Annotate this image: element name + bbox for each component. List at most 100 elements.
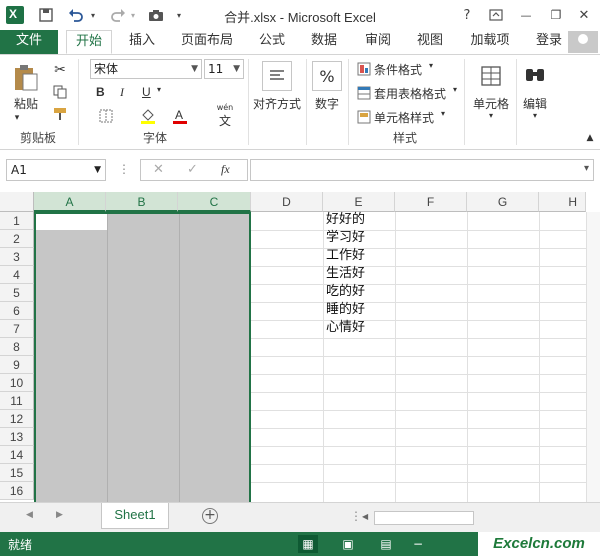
- conditional-format-icon[interactable]: [356, 61, 372, 77]
- alignment-label[interactable]: 对齐方式: [250, 95, 304, 112]
- column-header[interactable]: F: [395, 192, 467, 212]
- row-header[interactable]: 2: [0, 230, 34, 248]
- tab-insert[interactable]: 插入: [120, 30, 164, 54]
- tab-formulas[interactable]: 公式: [252, 30, 292, 54]
- percent-icon[interactable]: %: [312, 61, 342, 91]
- row-header[interactable]: 3: [0, 248, 34, 266]
- column-header[interactable]: C: [178, 192, 251, 212]
- help-button[interactable]: ?: [458, 4, 476, 26]
- underline-dropdown-icon[interactable]: ▾: [154, 85, 164, 94]
- chevron-down-icon[interactable]: ▾: [426, 61, 436, 70]
- column-header[interactable]: D: [251, 192, 323, 212]
- row-header[interactable]: 4: [0, 266, 34, 284]
- fill-color-icon[interactable]: [136, 107, 160, 125]
- row-header[interactable]: 15: [0, 464, 34, 482]
- horizontal-scrollbar[interactable]: [374, 511, 474, 525]
- cell-e3[interactable]: 工作好: [326, 247, 365, 265]
- chevron-down-icon[interactable]: ▾: [438, 109, 448, 118]
- tab-data[interactable]: 数据: [304, 30, 344, 54]
- login-link[interactable]: 登录: [536, 30, 562, 54]
- row-header[interactable]: 5: [0, 284, 34, 302]
- paste-dropdown-icon[interactable]: ▾: [12, 113, 22, 123]
- column-header[interactable]: B: [106, 192, 178, 212]
- tab-page-layout[interactable]: 页面布局: [174, 30, 240, 54]
- chevron-down-icon[interactable]: ▾: [486, 111, 496, 120]
- cell-e4[interactable]: 生活好: [326, 265, 365, 283]
- cell-styles-icon[interactable]: [356, 109, 372, 125]
- format-painter-icon[interactable]: [50, 105, 70, 123]
- cell-styles-button[interactable]: 单元格样式: [374, 109, 434, 126]
- formula-input[interactable]: ▾: [250, 159, 594, 181]
- worksheet-grid[interactable]: A B C D E F G H 1 2 3 4 5 6 7 8 9 10 11 …: [0, 192, 600, 502]
- zoom-out-icon[interactable]: −: [408, 535, 428, 553]
- alignment-icon[interactable]: [262, 61, 292, 91]
- restore-button[interactable]: ❐: [546, 4, 566, 26]
- confirm-icon[interactable]: ✓: [187, 162, 198, 177]
- cell-e7[interactable]: 心情好: [326, 319, 365, 337]
- row-header[interactable]: 1: [0, 212, 34, 230]
- cell-e5[interactable]: 吃的好: [326, 283, 365, 301]
- collapse-ribbon-icon[interactable]: ▲: [584, 133, 596, 143]
- sheet-tab-sheet1[interactable]: Sheet1: [101, 503, 169, 529]
- bold-button[interactable]: B: [96, 85, 105, 99]
- page-layout-view-icon[interactable]: ▣: [338, 535, 358, 553]
- tab-addins[interactable]: 加载项: [464, 30, 516, 54]
- prev-sheet-icon[interactable]: ◀: [26, 510, 33, 520]
- next-sheet-icon[interactable]: ▶: [56, 510, 63, 520]
- column-header[interactable]: H: [539, 192, 586, 212]
- row-header[interactable]: 11: [0, 392, 34, 410]
- name-box[interactable]: A1 ▼: [6, 159, 106, 181]
- close-button[interactable]: ✕: [574, 4, 594, 26]
- cell-e6[interactable]: 睡的好: [326, 301, 365, 319]
- cells-icon[interactable]: [476, 61, 506, 91]
- row-header[interactable]: 9: [0, 356, 34, 374]
- scroll-left-icon[interactable]: ◀: [362, 512, 368, 521]
- selected-range[interactable]: [34, 212, 251, 502]
- conditional-format-button[interactable]: 条件格式: [374, 61, 422, 78]
- chevron-down-icon[interactable]: ▾: [530, 111, 540, 120]
- copy-icon[interactable]: [50, 83, 70, 101]
- column-header[interactable]: G: [467, 192, 539, 212]
- borders-icon[interactable]: [94, 107, 118, 125]
- cell-e1[interactable]: 好好的: [326, 211, 365, 229]
- cut-icon[interactable]: ✂: [50, 61, 70, 79]
- find-icon[interactable]: [520, 61, 550, 91]
- row-header[interactable]: 7: [0, 320, 34, 338]
- underline-button[interactable]: U: [142, 85, 151, 99]
- insert-function-icon[interactable]: fx: [221, 162, 230, 177]
- row-header[interactable]: 6: [0, 302, 34, 320]
- font-name-combo[interactable]: 宋体 ▼: [90, 59, 202, 79]
- editing-label[interactable]: 编辑: [518, 95, 552, 112]
- italic-button[interactable]: I: [120, 85, 124, 100]
- row-header[interactable]: 16: [0, 482, 34, 500]
- row-header[interactable]: 12: [0, 410, 34, 428]
- ribbon-display-icon[interactable]: [486, 4, 506, 26]
- number-label[interactable]: 数字: [310, 95, 344, 112]
- avatar[interactable]: [568, 31, 598, 53]
- tab-view[interactable]: 视图: [410, 30, 450, 54]
- paste-label[interactable]: 粘贴: [10, 95, 42, 112]
- cancel-icon[interactable]: ✕: [153, 162, 164, 177]
- cell-e2[interactable]: 学习好: [326, 229, 365, 247]
- cells-label[interactable]: 单元格: [468, 95, 514, 112]
- chevron-down-icon[interactable]: ▾: [450, 85, 460, 94]
- format-as-table-icon[interactable]: [356, 85, 372, 101]
- font-color-icon[interactable]: A: [168, 107, 192, 125]
- normal-view-icon[interactable]: ▦: [298, 535, 318, 553]
- column-header[interactable]: A: [34, 192, 106, 212]
- row-header[interactable]: 8: [0, 338, 34, 356]
- expand-formula-icon[interactable]: ▾: [584, 163, 589, 174]
- phonetic-guide-icon[interactable]: wén 文: [210, 103, 240, 129]
- tab-home[interactable]: 开始: [66, 30, 112, 54]
- page-break-view-icon[interactable]: ▤: [376, 535, 396, 553]
- tab-review[interactable]: 审阅: [358, 30, 398, 54]
- vertical-scrollbar[interactable]: [586, 212, 600, 502]
- paste-icon[interactable]: [10, 63, 42, 93]
- tab-splitter[interactable]: ⋮: [350, 509, 362, 523]
- minimize-button[interactable]: —: [516, 4, 536, 26]
- row-header[interactable]: 10: [0, 374, 34, 392]
- add-sheet-button[interactable]: +: [202, 508, 218, 524]
- active-cell[interactable]: [36, 214, 107, 230]
- tab-file[interactable]: 文件: [0, 30, 58, 54]
- font-size-combo[interactable]: 11 ▼: [204, 59, 244, 79]
